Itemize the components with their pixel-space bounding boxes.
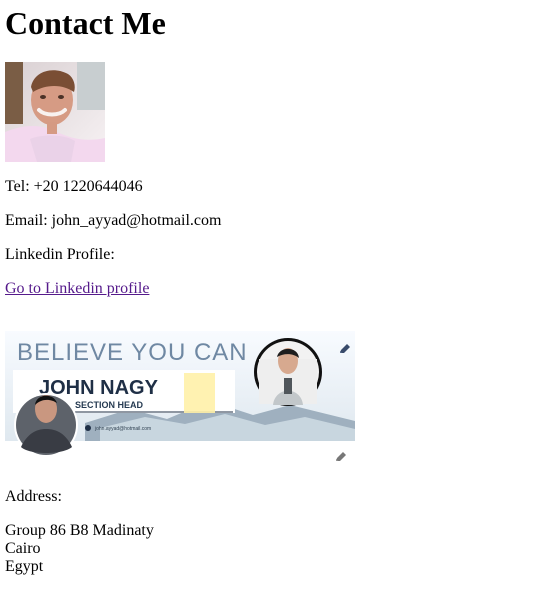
page-title: Contact Me: [5, 5, 166, 41]
telephone-text: Tel: +20 1220644046: [5, 178, 143, 195]
address-line-3: Egypt: [5, 558, 44, 575]
address-block: Group 86 B8 Madinaty Cairo Egypt: [5, 522, 154, 576]
address-line-1: Group 86 B8 Madinaty: [5, 522, 154, 539]
profile-photo: [5, 62, 105, 162]
banner-role: SECTION HEAD: [75, 400, 144, 410]
edit-icon[interactable]: [337, 341, 353, 357]
edit-icon[interactable]: [333, 449, 349, 465]
linkedin-profile-label: Linkedin Profile:: [5, 246, 115, 263]
profile-banner: BELIEVE YOU CAN JOHN NAGY SECTION HEAD j…: [5, 331, 355, 465]
banner-headline: BELIEVE YOU CAN: [17, 339, 248, 366]
email-text: Email: john_ayyad@hotmail.com: [5, 212, 222, 229]
address-label: Address:: [5, 488, 62, 505]
linkedin-profile-link[interactable]: Go to Linkedin profile: [5, 280, 149, 298]
address-line-2: Cairo: [5, 540, 41, 557]
banner-contact: john.ayyad@hotmail.com: [94, 426, 151, 432]
